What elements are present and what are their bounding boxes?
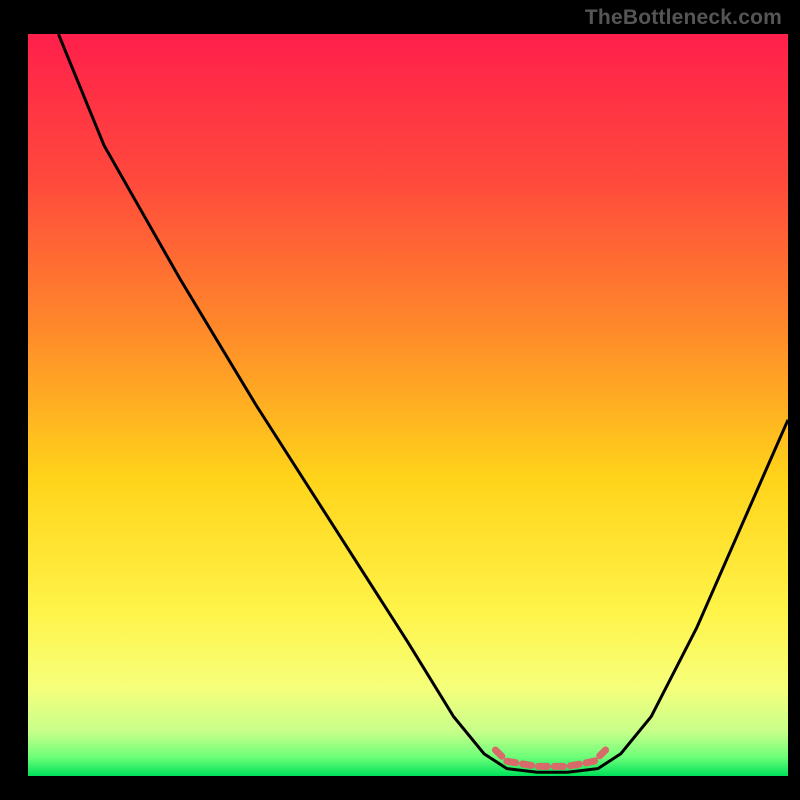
plot-background [28, 34, 788, 776]
bottleneck-chart: TheBottleneck.com [0, 0, 800, 800]
chart-canvas [0, 0, 800, 800]
watermark-text: TheBottleneck.com [585, 6, 782, 30]
